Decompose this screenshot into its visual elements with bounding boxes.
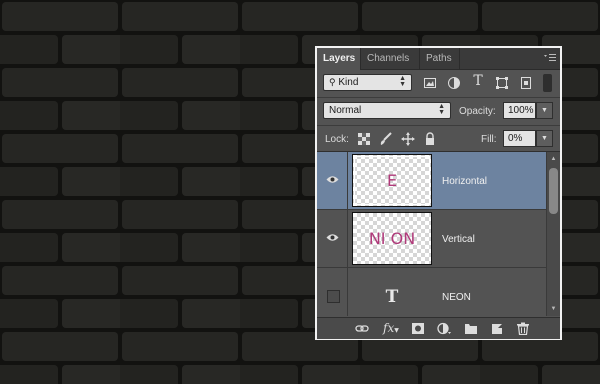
opacity-field[interactable]: 100% <box>503 102 536 119</box>
layer-name[interactable]: NEON <box>442 291 471 304</box>
layers-list: E Horizontal NI ON Vertical T NEON <box>317 152 546 316</box>
thumbnail-content: E <box>386 171 398 190</box>
filter-kind-value: Kind <box>338 77 359 88</box>
new-group-icon[interactable] <box>464 322 478 335</box>
panel-tab-bar: Layers Channels Paths <box>317 48 560 70</box>
eye-icon[interactable] <box>326 233 339 242</box>
scroll-down-icon[interactable]: ▼ <box>549 304 558 314</box>
layer-thumbnail[interactable]: NI ON <box>352 212 432 265</box>
opacity-label: Opacity: <box>459 106 496 117</box>
lock-label: Lock: <box>325 134 349 145</box>
lock-image-icon[interactable] <box>379 132 393 146</box>
panel-menu-icon[interactable] <box>544 53 556 63</box>
lock-all-icon[interactable] <box>423 132 437 146</box>
layer-thumbnail[interactable]: E <box>352 154 432 207</box>
tab-channels[interactable]: Channels <box>361 48 420 69</box>
fill-field[interactable]: 0% <box>503 130 536 147</box>
blend-row: Normal ▲ ▼ Opacity: 100% ▼ <box>317 98 560 125</box>
lock-transparent-icon[interactable] <box>357 132 371 146</box>
blend-mode-select[interactable]: Normal ▲ ▼ <box>323 102 451 119</box>
search-icon: ⚲ <box>329 77 336 87</box>
visibility-toggle[interactable] <box>317 152 348 209</box>
select-arrows-icon: ▲ ▼ <box>438 103 445 116</box>
layer-name[interactable]: Horizontal <box>442 175 487 188</box>
smart-object-filter-icon[interactable] <box>519 76 533 90</box>
hidden-visibility-box[interactable] <box>327 290 340 303</box>
visibility-toggle[interactable] <box>317 210 348 267</box>
fill-dropdown-icon[interactable]: ▼ <box>536 130 553 147</box>
layers-footer-toolbar: fx▼ <box>317 317 560 339</box>
filter-row: ⚲ Kind ▲ ▼ T <box>317 70 560 97</box>
shape-filter-icon[interactable] <box>495 76 509 90</box>
new-layer-icon[interactable] <box>490 322 504 335</box>
layer-row-horizontal[interactable]: E Horizontal <box>317 152 546 210</box>
filter-kind-select[interactable]: ⚲ Kind ▲ ▼ <box>323 74 412 91</box>
tab-paths[interactable]: Paths <box>420 48 460 69</box>
select-arrows-icon: ▲ ▼ <box>399 75 406 88</box>
opacity-dropdown-icon[interactable]: ▼ <box>536 102 553 119</box>
tab-layers[interactable]: Layers <box>317 48 361 70</box>
visibility-toggle[interactable] <box>317 268 348 316</box>
delete-layer-icon[interactable] <box>516 322 530 335</box>
adjustment-filter-icon[interactable] <box>447 76 461 90</box>
layer-name[interactable]: Vertical <box>442 233 475 246</box>
image-filter-icon[interactable] <box>423 76 437 90</box>
type-filter-icon[interactable]: T <box>471 74 485 88</box>
layer-row-neon[interactable]: T NEON <box>317 268 546 316</box>
blend-mode-value: Normal <box>329 105 362 116</box>
filter-toggle-switch[interactable] <box>543 74 552 92</box>
layers-panel: Layers Channels Paths ⚲ Kind ▲ ▼ T Norma… <box>315 46 562 340</box>
eye-icon[interactable] <box>326 175 339 184</box>
link-layers-icon[interactable] <box>355 322 369 335</box>
fx-icon[interactable]: fx▼ <box>383 322 399 335</box>
type-layer-icon[interactable]: T <box>383 288 401 306</box>
lock-position-icon[interactable] <box>401 132 415 146</box>
lock-row: Lock: Fill: 0% ▼ <box>317 126 560 152</box>
thumbnail-content: NI ON <box>368 229 416 248</box>
scroll-up-icon[interactable]: ▲ <box>549 154 558 164</box>
fill-label: Fill: <box>481 134 497 145</box>
layer-mask-icon[interactable] <box>411 322 425 335</box>
adjustment-layer-icon[interactable] <box>437 322 451 335</box>
layer-row-vertical[interactable]: NI ON Vertical <box>317 210 546 268</box>
scrollbar-thumb[interactable] <box>549 168 558 214</box>
layers-scrollbar[interactable]: ▲ ▼ <box>546 152 560 316</box>
